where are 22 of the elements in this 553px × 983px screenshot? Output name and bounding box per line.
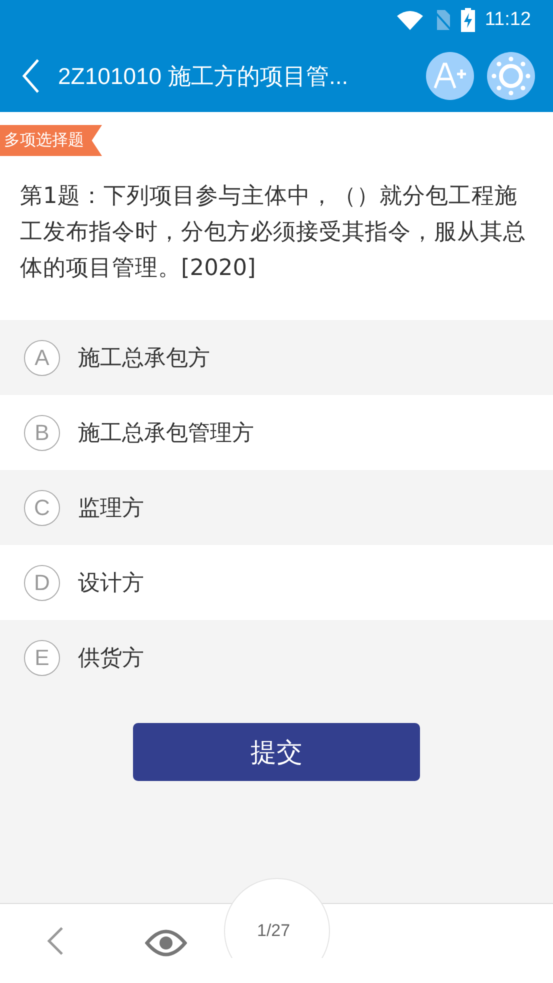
battery-charging-icon — [460, 8, 475, 32]
option-letter-circle: E — [24, 640, 60, 676]
font-increase-icon — [433, 62, 467, 90]
sun-icon — [491, 56, 531, 96]
option-letter-circle: C — [24, 490, 60, 526]
option-letter-circle: D — [24, 564, 60, 600]
brightness-button[interactable] — [487, 52, 535, 100]
status-time: 11:12 — [484, 9, 531, 31]
font-size-button[interactable] — [426, 52, 474, 100]
submit-button[interactable]: 提交 — [133, 723, 420, 781]
option-letter-circle: A — [24, 340, 60, 376]
answer-option[interactable]: B 施工总承包管理方 — [0, 395, 553, 470]
question-type-tag: 多项选择题 — [0, 125, 102, 156]
option-letter-circle: B — [24, 414, 60, 450]
page-counter: 1/27 — [257, 921, 290, 941]
wifi-icon — [396, 10, 423, 30]
answer-option[interactable]: D 设计方 — [0, 545, 553, 620]
eye-icon[interactable] — [145, 928, 187, 958]
previous-icon[interactable] — [46, 926, 64, 956]
page-title: 2Z101010 施工方的项目管... — [58, 62, 350, 90]
question-text: 第1题：下列项目参与主体中，（）就分包工程施工发布指令时，分包方必须接受其指令，服从其总体的项目管理。[2020] — [20, 182, 527, 283]
back-icon[interactable] — [22, 59, 40, 93]
